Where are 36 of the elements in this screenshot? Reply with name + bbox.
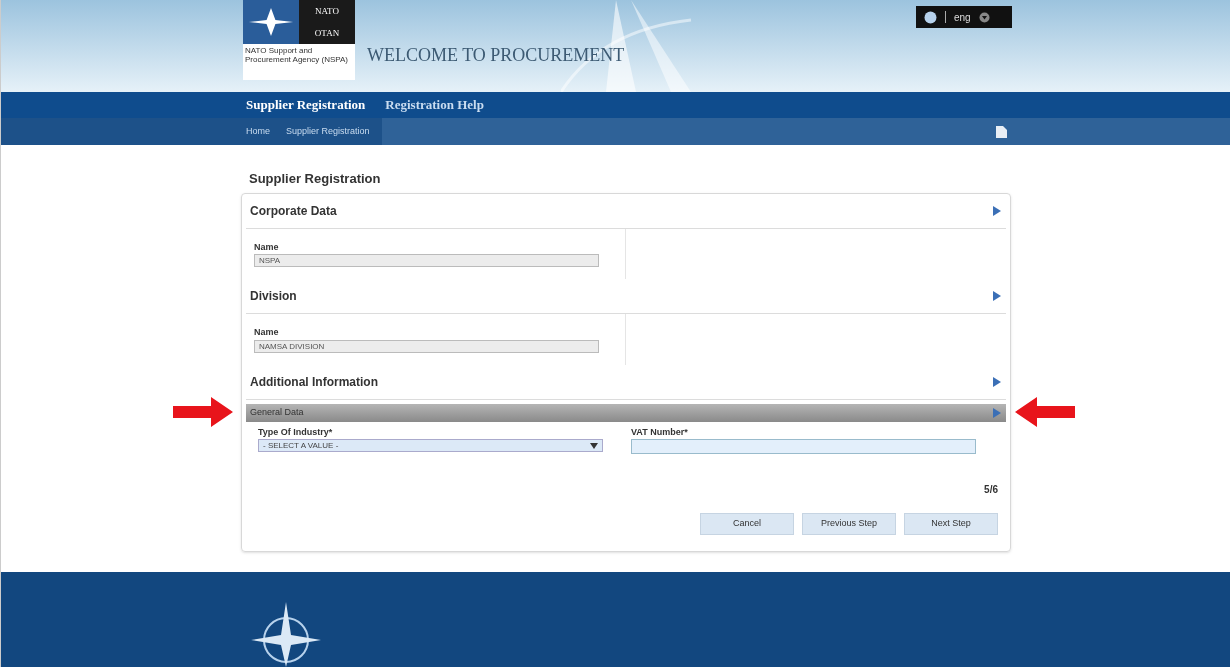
- field-label: Name: [254, 326, 280, 339]
- field-label: Name: [254, 240, 280, 254]
- form-title: Supplier Registration: [248, 170, 382, 188]
- subsection-title: General Data: [250, 405, 304, 419]
- nav-tab[interactable]: Registration Help: [385, 95, 484, 115]
- globe-icon: [924, 10, 937, 24]
- step-button[interactable]: Next Step: [904, 513, 998, 535]
- industry-dropdown[interactable]: - SELECT A VALUE -: [258, 439, 603, 452]
- section-title: Corporate Data: [250, 202, 337, 220]
- expand-icon[interactable]: [992, 375, 1002, 388]
- step-button[interactable]: Previous Step: [802, 513, 896, 535]
- breadcrumb-link[interactable]: Home: [246, 124, 270, 139]
- section-title: Division: [250, 288, 297, 305]
- name-field[interactable]: NAMSA DIVISION: [254, 339, 599, 353]
- agency-name: NATO Support and Procurement Agency (NSPA): [244, 45, 349, 66]
- arrow-icon: [1015, 397, 1075, 427]
- language-label: eng: [954, 10, 971, 25]
- document-icon[interactable]: [994, 124, 1008, 139]
- vat-field[interactable]: [631, 439, 976, 454]
- expand-icon[interactable]: [992, 204, 1002, 217]
- caret-icon: [590, 442, 598, 449]
- field-label: VAT Number*: [631, 425, 689, 439]
- breadcrumb-link[interactable]: Supplier Registration: [286, 124, 370, 139]
- page-heading: WELCOME TO PROCUREMENT: [367, 44, 625, 67]
- step-button[interactable]: Cancel: [700, 513, 794, 535]
- step-counter: 5/6: [984, 483, 999, 497]
- language-switcher[interactable]: eng: [916, 6, 1012, 28]
- logo-text: OTAN: [314, 28, 340, 38]
- field-label: Type Of Industry*: [258, 425, 334, 439]
- caret-icon: [978, 11, 990, 23]
- arrow-icon: [173, 397, 233, 427]
- name-field[interactable]: NSPA: [254, 254, 599, 267]
- logo-text: NATO: [315, 6, 339, 16]
- section-title: Additional Information: [250, 373, 378, 391]
- expand-icon[interactable]: [992, 290, 1002, 302]
- nav-tab[interactable]: Supplier Registration: [246, 95, 366, 115]
